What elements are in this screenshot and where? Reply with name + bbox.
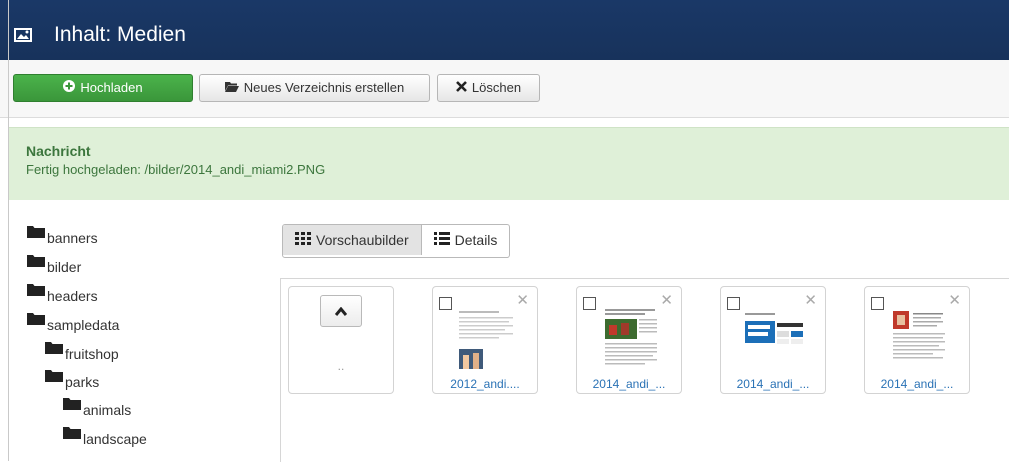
thumbnail-grid: .. ✕ 2012_andi.... ✕ 2014_andi_... ✕ 201…: [280, 278, 1009, 462]
thumbnail-card[interactable]: ✕ 2012_andi....: [432, 286, 538, 394]
tree-item-bilder[interactable]: bilder: [27, 254, 81, 275]
folder-icon: [45, 341, 63, 355]
tree-item-parks[interactable]: parks: [45, 369, 99, 390]
message-alert: Nachricht Fertig hochgeladen: /bilder/20…: [9, 127, 1009, 200]
thumbnail-image[interactable]: [453, 305, 519, 371]
up-folder-button[interactable]: [320, 295, 362, 327]
select-checkbox[interactable]: [727, 297, 740, 310]
thumbnail-name[interactable]: 2014_andi_...: [577, 377, 681, 391]
tree-item-animals[interactable]: animals: [63, 397, 131, 418]
chevron-up-icon: [334, 304, 348, 319]
grid-icon: [295, 232, 311, 248]
folder-icon: [27, 225, 45, 239]
tree-item-headers[interactable]: headers: [27, 283, 98, 304]
new-folder-button-label: Neues Verzeichnis erstellen: [243, 80, 405, 95]
tree-item-banners[interactable]: banners: [27, 225, 98, 246]
tree-item-label: fruitshop: [65, 346, 119, 362]
thumbnail-name[interactable]: 2014_andi_...: [721, 377, 825, 391]
thumbnail-image[interactable]: [741, 305, 807, 371]
view-toggle: Vorschaubilder Details: [282, 224, 511, 258]
folder-icon: [27, 312, 45, 326]
tree-item-label: headers: [47, 288, 98, 304]
select-checkbox[interactable]: [871, 297, 884, 310]
delete-button-label: Löschen: [471, 80, 522, 95]
folder-icon: [27, 254, 45, 268]
folder-icon: [63, 426, 81, 440]
thumbnail-image[interactable]: [885, 305, 951, 371]
up-folder-label: ..: [337, 359, 345, 373]
folder-open-icon: [224, 75, 239, 101]
select-checkbox[interactable]: [583, 297, 596, 310]
tree-item-label: parks: [65, 374, 100, 390]
tree-item-label: sampledata: [47, 317, 120, 333]
tree-item-landscape[interactable]: landscape: [63, 426, 147, 447]
details-view-label: Details: [454, 232, 498, 248]
tree-item-label: animals: [83, 402, 132, 418]
toolbar: Hochladen Neues Verzeichnis erstellen Lö…: [0, 60, 1009, 118]
folder-icon: [45, 369, 63, 383]
thumbnail-name[interactable]: 2012_andi....: [433, 377, 537, 391]
image-icon: [14, 28, 32, 45]
thumbnail-image[interactable]: [597, 305, 663, 371]
tree-item-fruitshop[interactable]: fruitshop: [45, 341, 119, 362]
thumbnail-card[interactable]: ✕ 2014_andi_...: [864, 286, 970, 394]
list-icon: [433, 232, 450, 248]
page-title: Inhalt: Medien: [54, 23, 186, 46]
thumbnails-view-button[interactable]: Vorschaubilder: [283, 225, 421, 255]
close-icon: [456, 75, 467, 101]
message-heading: Nachricht: [26, 143, 91, 159]
title-bar: Inhalt: Medien: [0, 0, 1009, 60]
tree-item-sampledata[interactable]: sampledata: [27, 312, 119, 333]
new-folder-button[interactable]: Neues Verzeichnis erstellen: [199, 74, 430, 102]
select-checkbox[interactable]: [439, 297, 452, 310]
folder-icon: [27, 283, 45, 297]
message-text: Fertig hochgeladen: /bilder/2014_andi_mi…: [26, 162, 326, 177]
delete-button[interactable]: Löschen: [437, 74, 540, 102]
left-border: [8, 0, 9, 461]
folder-icon: [63, 397, 81, 411]
tree-item-label: landscape: [83, 431, 147, 447]
thumbnail-card[interactable]: ✕ 2014_andi_...: [720, 286, 826, 394]
upload-button-label: Hochladen: [80, 80, 143, 95]
thumbnails-view-label: Vorschaubilder: [316, 232, 409, 248]
thumbnail-card[interactable]: ✕ 2014_andi_...: [576, 286, 682, 394]
plus-circle-icon: [63, 75, 76, 101]
thumbnail-name[interactable]: 2014_andi_...: [865, 377, 969, 391]
tree-item-label: banners: [47, 230, 98, 246]
details-view-button[interactable]: Details: [420, 225, 510, 255]
up-folder-card[interactable]: ..: [288, 286, 394, 394]
upload-button[interactable]: Hochladen: [13, 74, 193, 102]
tree-item-label: bilder: [47, 259, 82, 275]
